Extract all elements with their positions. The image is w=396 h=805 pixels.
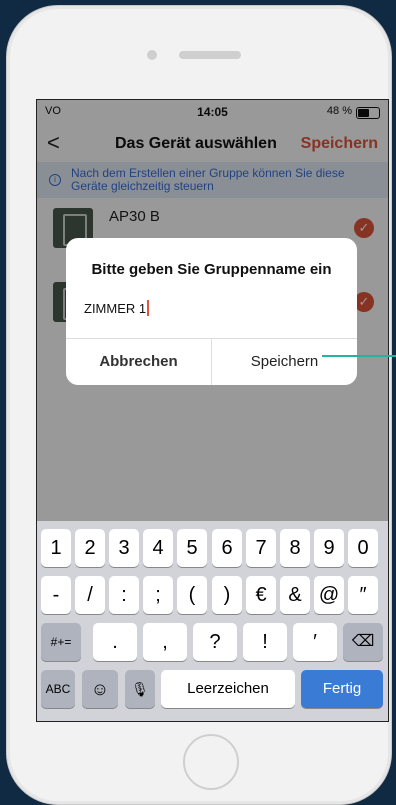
key-2[interactable]: 2 (75, 529, 105, 567)
key-9[interactable]: 9 (314, 529, 344, 567)
key-1[interactable]: 1 (41, 529, 71, 567)
key-abc[interactable]: ABC (41, 670, 75, 708)
key-0[interactable]: 0 (348, 529, 378, 567)
key-8[interactable]: 8 (280, 529, 310, 567)
key-apostrophe[interactable]: ′ (293, 623, 337, 661)
speaker-grille (179, 51, 241, 59)
key-period[interactable]: . (93, 623, 137, 661)
done-key[interactable]: Fertig (301, 670, 383, 708)
phone-frame: VO 14:05 48 % < Das Gerät auswählen Spei… (6, 5, 392, 805)
key-symbols-toggle[interactable]: #+= (41, 623, 81, 661)
key-semicolon[interactable]: ; (143, 576, 173, 614)
key-close-paren[interactable]: ) (212, 576, 242, 614)
key-colon[interactable]: : (109, 576, 139, 614)
key-dash[interactable]: - (41, 576, 71, 614)
key-slash[interactable]: / (75, 576, 105, 614)
key-4[interactable]: 4 (143, 529, 173, 567)
space-key[interactable]: Leerzeichen (161, 670, 295, 708)
key-comma[interactable]: , (143, 623, 187, 661)
key-6[interactable]: 6 (212, 529, 242, 567)
backspace-icon[interactable]: ⌫ (343, 623, 383, 661)
key-question[interactable]: ? (193, 623, 237, 661)
text-caret (147, 300, 150, 316)
key-5[interactable]: 5 (177, 529, 207, 567)
key-open-paren[interactable]: ( (177, 576, 207, 614)
group-name-dialog: Bitte geben Sie Gruppenname ein ZIMMER 1… (66, 238, 357, 385)
cancel-button[interactable]: Abbrechen (66, 338, 211, 385)
key-exclamation[interactable]: ! (243, 623, 287, 661)
key-3[interactable]: 3 (109, 529, 139, 567)
key-euro[interactable]: € (246, 576, 276, 614)
keyboard: 1 2 3 4 5 6 7 8 9 0 - / : ; ( ) € & @ ″ … (37, 521, 388, 721)
callout-pointer (322, 355, 396, 357)
home-button[interactable] (183, 734, 239, 790)
group-name-input[interactable]: ZIMMER 1 (84, 300, 150, 316)
key-7[interactable]: 7 (246, 529, 276, 567)
save-button[interactable]: Speichern (212, 338, 357, 385)
emoji-icon[interactable]: ☺ (82, 670, 118, 708)
microphone-icon[interactable]: 🎙 (125, 670, 155, 708)
key-ampersand[interactable]: & (280, 576, 310, 614)
group-name-value: ZIMMER 1 (84, 301, 147, 316)
app-screen: VO 14:05 48 % < Das Gerät auswählen Spei… (36, 99, 389, 722)
key-at[interactable]: @ (314, 576, 344, 614)
camera-icon (147, 50, 157, 60)
key-double-quote[interactable]: ″ (348, 576, 378, 614)
dialog-title: Bitte geben Sie Gruppenname ein (91, 261, 332, 278)
